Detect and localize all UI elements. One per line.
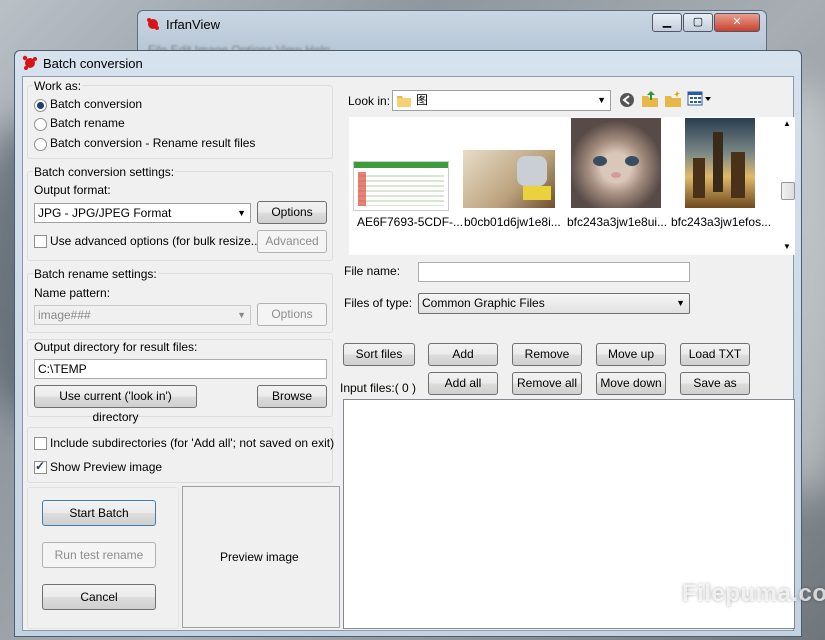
back-icon[interactable] xyxy=(619,92,635,108)
sort-files-button[interactable]: Sort files xyxy=(343,343,415,366)
include-subdirectories-label: Include subdirectories (for 'Add all'; n… xyxy=(50,436,335,450)
chevron-down-icon: ▼ xyxy=(237,310,246,320)
radio-batch-conversion-rename[interactable] xyxy=(34,138,47,151)
thumbnail-cat[interactable] xyxy=(571,118,661,208)
include-subdirectories-checkbox[interactable] xyxy=(34,437,47,450)
radio-label: Batch conversion - Rename result files xyxy=(50,136,256,150)
radio-batch-rename[interactable] xyxy=(34,118,47,131)
look-in-label: Look in: xyxy=(348,94,391,108)
files-of-type-value: Common Graphic Files xyxy=(422,296,545,310)
show-preview-label: Show Preview image xyxy=(50,460,163,474)
up-folder-icon[interactable] xyxy=(641,90,659,108)
look-in-select[interactable]: 图 ▼ xyxy=(392,90,611,111)
close-button[interactable]: ✕ xyxy=(714,13,760,32)
thumbnail-caption: bfc243a3jw1efos... xyxy=(671,215,772,229)
radio-label: Batch rename xyxy=(50,116,125,130)
name-pattern-label: Name pattern: xyxy=(34,286,111,300)
chevron-down-icon: ▼ xyxy=(237,208,246,218)
scrollbar-thumb[interactable] xyxy=(781,182,795,200)
use-current-directory-button[interactable]: Use current ('look in') directory xyxy=(34,385,197,424)
output-directory-field[interactable]: C:\TEMP xyxy=(34,359,327,379)
thumbnail-spreadsheet[interactable] xyxy=(353,161,449,211)
watermark: Filepuma.com xyxy=(682,580,825,607)
view-menu-icon[interactable] xyxy=(687,91,713,107)
input-files-label: Input files:( 0 ) xyxy=(340,381,417,395)
work-as-label: Work as: xyxy=(33,79,83,93)
output-directory-label: Output directory for result files: xyxy=(34,340,198,354)
chevron-down-icon: ▼ xyxy=(597,95,606,105)
output-format-label: Output format: xyxy=(34,183,111,197)
thumbnail-photo-hand[interactable] xyxy=(463,150,555,208)
window-title: IrfanView xyxy=(166,17,220,32)
output-format-select[interactable]: JPG - JPG/JPEG Format ▼ xyxy=(34,203,251,223)
file-name-field[interactable] xyxy=(418,262,690,282)
rename-settings-label: Batch rename settings: xyxy=(33,267,158,281)
save-as-txt-button[interactable]: Save as TXT xyxy=(680,372,750,411)
thumbnail-caption: bfc243a3jw1e8ui... xyxy=(567,215,668,229)
dialog-client: Work as: Batch conversion Batch rename B… xyxy=(22,76,795,631)
maximize-button[interactable]: ▢ xyxy=(683,13,713,32)
advanced-options-checkbox[interactable] xyxy=(34,235,47,248)
radio-batch-conversion[interactable] xyxy=(34,99,47,112)
advanced-options-label: Use advanced options (for bulk resize...… xyxy=(50,234,265,248)
folder-icon xyxy=(397,96,411,107)
radio-label: Batch conversion xyxy=(50,97,143,111)
output-format-value: JPG - JPG/JPEG Format xyxy=(38,206,172,220)
dialog-title: Batch conversion xyxy=(43,56,143,71)
scroll-down-icon[interactable]: ▼ xyxy=(783,242,791,251)
remove-all-button[interactable]: Remove all xyxy=(512,372,582,395)
scroll-up-icon[interactable]: ▲ xyxy=(783,119,791,128)
move-up-button[interactable]: Move up xyxy=(596,343,666,366)
cancel-button[interactable]: Cancel xyxy=(42,584,156,610)
remove-button[interactable]: Remove xyxy=(512,343,582,366)
advanced-button[interactable]: Advanced xyxy=(257,230,327,253)
file-name-label: File name: xyxy=(344,264,401,278)
run-test-rename-button[interactable]: Run test rename xyxy=(42,542,156,568)
thumbnail-caption: AE6F7693-5CDF-... xyxy=(357,215,464,229)
name-pattern-input[interactable]: image### ▼ xyxy=(34,305,251,325)
thumbnail-caption: b0cb01d6jw1e8i... xyxy=(464,215,561,229)
show-preview-checkbox[interactable] xyxy=(34,459,47,474)
files-of-type-select[interactable]: Common Graphic Files ▼ xyxy=(418,293,690,314)
add-button[interactable]: Add xyxy=(428,343,498,366)
load-txt-button[interactable]: Load TXT xyxy=(680,343,750,366)
chevron-down-icon: ▼ xyxy=(676,298,685,308)
new-folder-icon[interactable] xyxy=(664,90,682,108)
name-pattern-value: image### xyxy=(38,308,91,322)
minimize-button[interactable]: ▁ xyxy=(652,13,682,32)
irfanview-logo-icon xyxy=(147,18,159,30)
file-thumbnail-view[interactable]: AE6F7693-5CDF-... b0cb01d6jw1e8i... bfc2… xyxy=(349,117,795,255)
move-down-button[interactable]: Move down xyxy=(596,372,666,395)
start-batch-button[interactable]: Start Batch xyxy=(42,500,156,526)
files-of-type-label: Files of type: xyxy=(344,296,413,310)
conversion-settings-label: Batch conversion settings: xyxy=(33,165,176,179)
browse-button[interactable]: Browse xyxy=(257,385,327,408)
rename-options-button[interactable]: Options xyxy=(257,303,327,326)
look-in-value: 图 xyxy=(416,93,429,107)
thumbnail-scrollbar[interactable]: ▲ ▼ xyxy=(780,117,795,255)
batch-conversion-dialog[interactable]: Batch conversion Work as: Batch conversi… xyxy=(14,50,802,637)
irfanview-logo-icon xyxy=(22,55,37,70)
thumbnail-city[interactable] xyxy=(685,118,755,208)
output-format-options-button[interactable]: Options xyxy=(257,201,327,224)
preview-image-label: Preview image xyxy=(220,550,299,564)
add-all-button[interactable]: Add all xyxy=(428,372,498,395)
